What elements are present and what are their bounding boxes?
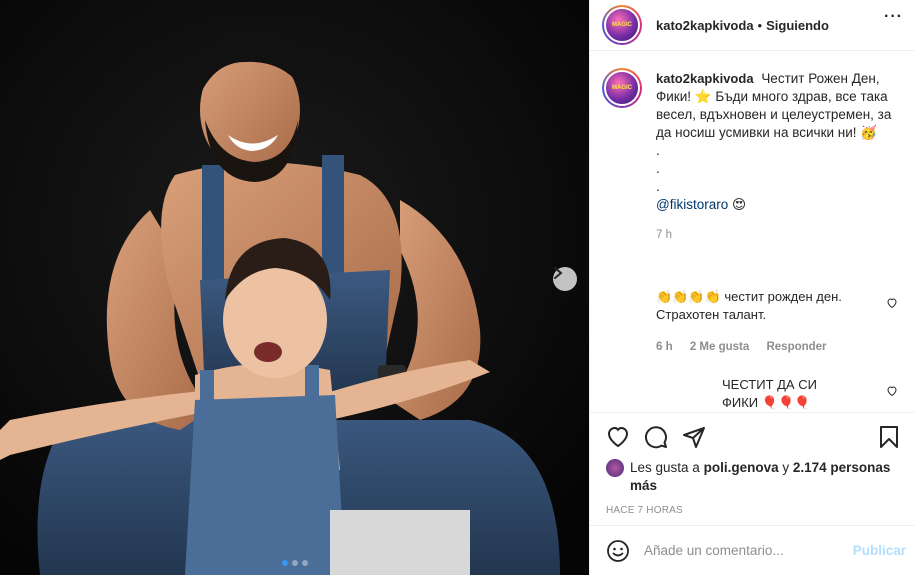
comment-item: ЧЕСТИТ ДА СИ ФИКИ 🎈🎈🎈: [656, 376, 884, 412]
carousel-dot-active: [281, 560, 288, 566]
caption-dot: .: [656, 179, 660, 194]
liker-avatar[interactable]: [606, 459, 624, 477]
caption-avatar[interactable]: MAGIC: [602, 68, 642, 108]
liker-username[interactable]: poli.genova: [704, 460, 779, 475]
comment-meta: 6 h 2 Me gusta Responder: [656, 338, 884, 356]
balloon-emojis: 🎈🎈🎈: [761, 395, 811, 410]
emoji-smiley-icon[interactable]: [606, 539, 630, 563]
like-comment-heart-icon[interactable]: [886, 385, 898, 397]
following-button[interactable]: Siguiendo: [766, 18, 829, 33]
carousel-dot: [291, 560, 298, 566]
post-photo[interactable]: [0, 0, 589, 575]
comment-input[interactable]: [644, 543, 853, 558]
comment-text: ЧЕСТИТ ДА СИ: [722, 377, 817, 392]
separator-dot: •: [757, 17, 763, 33]
clap-emojis: 👏👏👏👏: [656, 289, 721, 304]
post-header: MAGIC kato2kapkivoda • Siguiendo ···: [590, 0, 915, 51]
likes-prefix: Les gusta a: [630, 460, 700, 475]
like-comment-heart-icon[interactable]: [886, 297, 898, 309]
carousel-dot: [301, 560, 308, 566]
caption-mention[interactable]: @fikistoraro: [656, 197, 728, 212]
post-timestamp[interactable]: HACE 7 HORAS: [606, 505, 900, 516]
caption-username[interactable]: kato2kapkivoda: [656, 71, 754, 86]
post-caption: MAGIC kato2kapkivoda Честит Рожен Ден, Ф…: [590, 52, 915, 244]
caption-body: kato2kapkivoda Честит Рожен Ден, Фики! ⭐…: [656, 70, 894, 244]
comment-text: ФИКИ: [722, 395, 759, 410]
publish-button[interactable]: Publicar: [853, 543, 906, 558]
comments-list[interactable]: MAGIC kato2kapkivoda Честит Рожен Ден, Ф…: [590, 52, 915, 412]
post-actions: Les gusta a poli.genova y 2.174 personas…: [590, 412, 915, 524]
heart-eyes-emoji: 😍: [732, 197, 747, 212]
share-send-icon[interactable]: [682, 425, 706, 449]
caption-time[interactable]: 7 h: [656, 226, 894, 244]
author-username[interactable]: kato2kapkivoda: [656, 18, 754, 33]
caption-dot: .: [656, 161, 660, 176]
action-bar: [606, 421, 900, 453]
avatar-badge: MAGIC: [612, 85, 632, 91]
caption-text: Бъди много здрав, все така весел, вдъхно…: [656, 89, 892, 140]
avatar-badge: MAGIC: [612, 22, 632, 28]
star-emoji: ⭐: [694, 89, 712, 104]
post-side-panel: MAGIC kato2kapkivoda • Siguiendo ··· MAG…: [589, 0, 915, 575]
bookmark-save-icon[interactable]: [878, 425, 900, 449]
comment-time[interactable]: 6 h: [656, 341, 673, 353]
chevron-right-icon: [554, 267, 563, 279]
comment-bubble-icon[interactable]: [644, 425, 668, 449]
likes-summary: Les gusta a poli.genova y 2.174 personas…: [606, 459, 900, 495]
more-options-icon[interactable]: ···: [884, 8, 903, 26]
photo-illustration: [0, 0, 589, 575]
carousel-indicator: [0, 560, 589, 566]
likes-joiner: y: [782, 460, 790, 475]
add-comment-bar: Publicar: [590, 525, 915, 575]
party-face-emoji: 🥳: [860, 125, 878, 140]
reply-button[interactable]: Responder: [766, 341, 826, 353]
like-heart-icon[interactable]: [606, 425, 630, 449]
next-photo-button[interactable]: [553, 267, 577, 291]
author-avatar[interactable]: MAGIC: [602, 5, 642, 45]
caption-dot: .: [656, 143, 660, 158]
comment-likes[interactable]: 2 Me gusta: [690, 341, 749, 353]
comment-item: 👏👏👏👏 честит рожден ден. Страхотен талант…: [656, 288, 884, 356]
